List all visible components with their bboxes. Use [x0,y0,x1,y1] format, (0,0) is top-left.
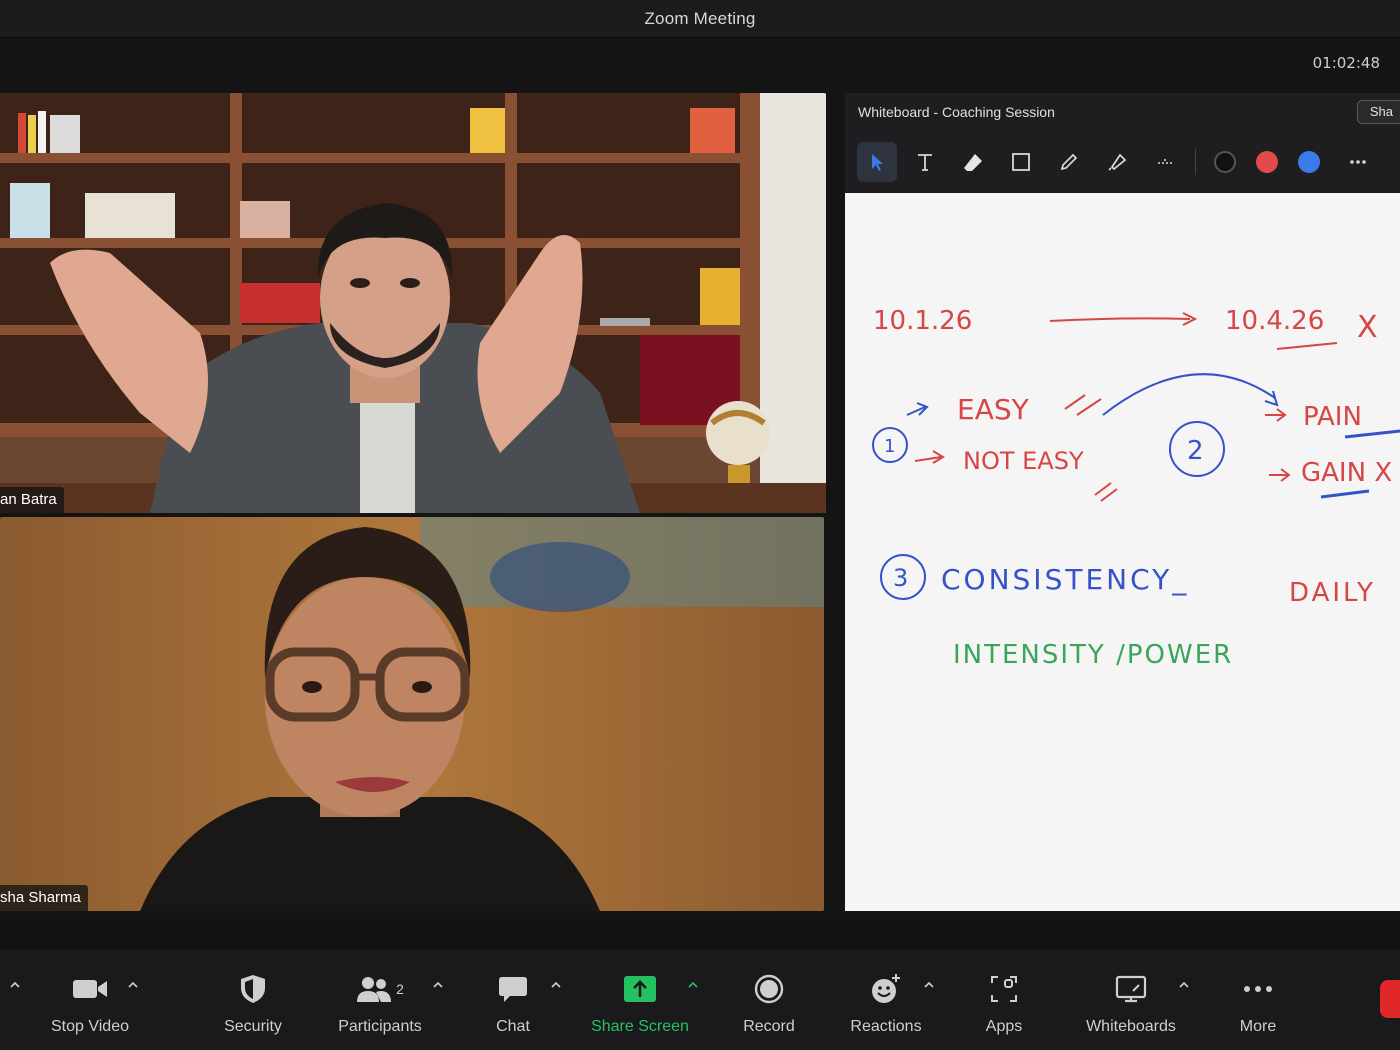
apps-button[interactable]: Apps [944,972,1064,1036]
note-not-easy: NOT EASY [963,447,1084,475]
whiteboard-title: Whiteboard - Coaching Session [858,104,1055,120]
more-button[interactable]: More [1198,972,1318,1036]
video-camera-icon [73,980,107,998]
hatch-marks-2 [1094,482,1118,502]
whiteboard-panel: Whiteboard - Coaching Session Sha 10.1.2… [845,93,1400,911]
title-bar: Zoom Meeting [0,0,1400,38]
arrow-gain [1269,468,1291,482]
security-label: Security [224,1018,282,1035]
window-title: Zoom Meeting [644,8,756,28]
chevron-up-icon[interactable] [549,978,563,992]
end-meeting-button[interactable] [1380,980,1400,1018]
more-label: More [1239,1018,1277,1035]
note-date-start: 10.1.26 [873,306,972,336]
rectangle-icon [1012,153,1030,171]
color-swatch-black[interactable] [1214,151,1236,173]
whiteboard-toolbar [845,131,1400,193]
cursor-icon [872,154,883,171]
chevron-up-icon[interactable] [126,978,140,992]
apps-label: Apps [985,1018,1023,1035]
whiteboards-label: Whiteboards [1086,1018,1176,1035]
note-easy: EASY [957,393,1030,426]
note-consistency: CONSISTENCY_ [941,563,1189,596]
record-label: Record [743,1018,795,1035]
share-screen-button[interactable]: Share Screen [580,972,700,1036]
participants-label: Participants [338,1018,422,1035]
note-num-2: 2 [1187,436,1204,466]
text-tool[interactable] [905,142,945,182]
arrow-pain [1265,408,1287,422]
color-swatch-blue[interactable] [1298,151,1320,173]
whiteboard-drawing: 10.1.26 10.4.26 X 1 EASY NOT EASY 2 PAIN… [872,306,1400,670]
note-intensity: INTENSITY /POWER [953,640,1233,670]
participants-button[interactable]: 2 Participants [320,972,440,1036]
participant-name-tag: sha Sharma [0,885,88,911]
highlighter-tool[interactable] [1097,142,1137,182]
stop-video-label: Stop Video [51,1018,129,1035]
arrow-not-easy [914,450,945,464]
meeting-controls-bar: Stop Video Security 2 Participants Chat … [0,950,1400,1050]
note-gain: GAIN X [1301,458,1392,488]
participants-icon [357,977,392,1002]
more-dots-icon [1244,986,1272,992]
note-daily: DAILY [1289,578,1376,608]
pen-tool[interactable] [1049,142,1089,182]
more-dots-icon [1350,160,1366,164]
connector-icon [1158,159,1172,164]
chevron-up-icon[interactable] [8,978,22,992]
underline [1276,342,1338,350]
chat-bubble-icon [499,977,527,1002]
record-button[interactable]: Record [709,972,829,1036]
hatch-marks [1064,394,1102,416]
whiteboards-button[interactable]: Whiteboards [1071,972,1191,1036]
video-tile-participant-1[interactable]: an Batra [0,93,826,513]
arrow-easy [906,402,929,416]
eraser-tool[interactable] [953,142,993,182]
more-tools-button[interactable] [1338,142,1378,182]
connector-tool[interactable] [1145,142,1185,182]
note-num-3: 3 [893,564,908,592]
rectangle-tool[interactable] [1001,142,1041,182]
cursor-tool[interactable] [857,142,897,182]
chevron-up-icon[interactable] [686,978,700,992]
note-pain: PAIN [1303,402,1362,432]
underline-gain [1320,489,1370,499]
share-screen-icon [624,976,656,1002]
eraser-icon [964,154,982,171]
chat-label: Chat [496,1018,530,1035]
highlighter-icon [1108,153,1127,171]
note-mark-x: X [1357,310,1378,345]
note-date-end: 10.4.26 [1225,306,1324,336]
meeting-timer: 01:02:48 [1312,54,1380,72]
reactions-label: Reactions [850,1018,922,1035]
chevron-up-icon[interactable] [922,978,936,992]
participant-video-1 [0,93,826,513]
shield-icon [241,975,265,1003]
share-screen-label: Share Screen [591,1018,689,1035]
whiteboard-canvas[interactable]: 10.1.26 10.4.26 X 1 EASY NOT EASY 2 PAIN… [845,193,1400,911]
participant-name-tag: an Batra [0,487,64,513]
emoji-plus-icon [872,974,900,1003]
text-icon [918,154,932,171]
pen-icon [1060,153,1078,171]
video-tile-participant-2[interactable]: sha Sharma [0,517,824,911]
note-num-1: 1 [884,436,895,457]
toolbar-divider [1195,149,1196,175]
apps-icon [991,976,1017,1002]
chevron-up-icon[interactable] [1177,978,1191,992]
curve-arrow [1102,373,1276,416]
arrow-date [1049,317,1191,322]
participants-count: 2 [396,981,404,997]
security-button[interactable]: Security [193,972,313,1036]
whiteboard-share-button[interactable]: Sha [1356,100,1400,124]
record-icon [754,974,784,1004]
participant-video-2 [0,517,824,911]
whiteboard-icon [1115,975,1147,1003]
chevron-up-icon[interactable] [431,978,445,992]
color-swatch-red[interactable] [1256,151,1278,173]
whiteboard-header: Whiteboard - Coaching Session Sha [845,93,1400,131]
